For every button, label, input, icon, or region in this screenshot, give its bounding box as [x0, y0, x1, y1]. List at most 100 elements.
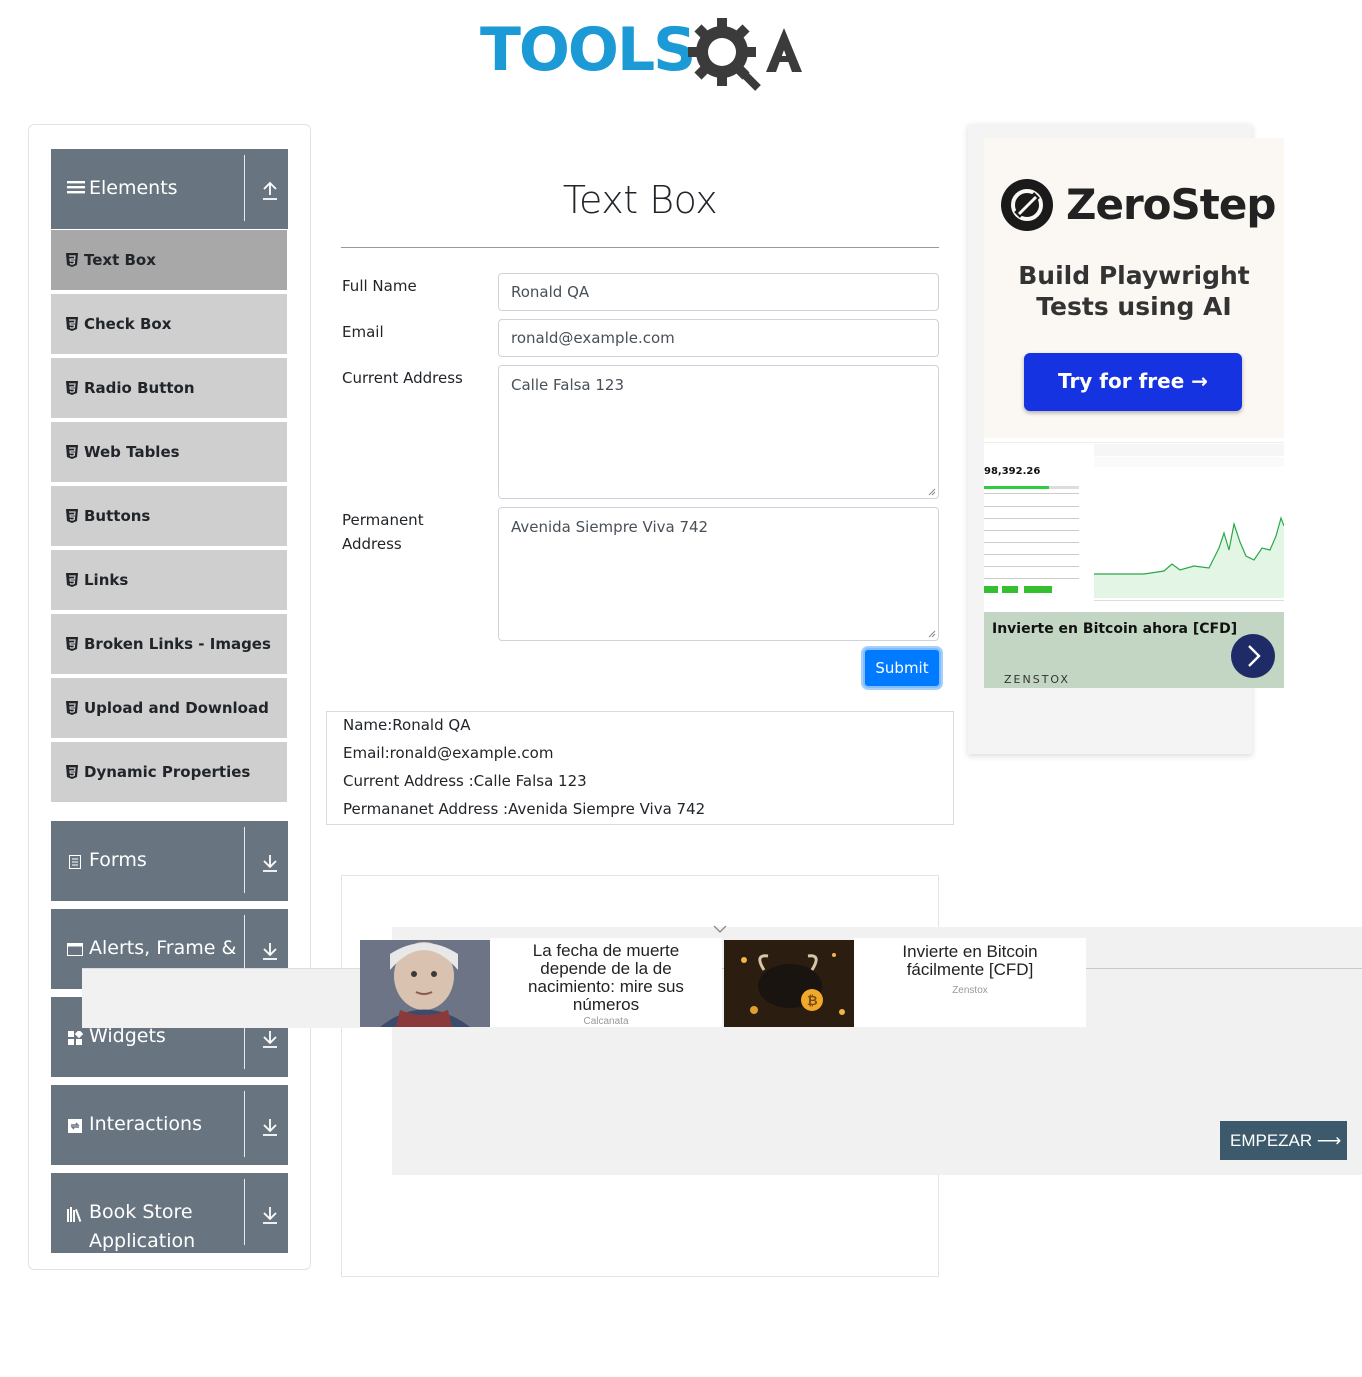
- zerostep-logo-icon: [1001, 179, 1053, 231]
- output-panel: Name:Ronald QA Email:ronald@example.com …: [326, 711, 954, 825]
- resize-handle-icon[interactable]: [928, 488, 936, 496]
- ad-card2-image[interactable]: ₿: [724, 940, 854, 1027]
- divider: [244, 1091, 245, 1157]
- menu-item-label: Links: [84, 571, 129, 589]
- output-email: Email:ronald@example.com: [343, 744, 554, 762]
- resize-handle-icon[interactable]: [928, 630, 936, 638]
- full-name-label: Full Name: [342, 277, 417, 295]
- sidebar: Elements Text Box Check Box Radio Button…: [28, 124, 311, 1270]
- output-name: Name:Ronald QA: [343, 716, 471, 734]
- expand-down-icon[interactable]: [259, 940, 281, 962]
- expand-down-icon[interactable]: [259, 1116, 281, 1138]
- menu-item-text-box[interactable]: Text Box: [51, 230, 287, 292]
- menu-item-links[interactable]: Links: [51, 550, 287, 612]
- menu-item-label: Upload and Download: [84, 699, 269, 717]
- books-icon: [67, 1207, 82, 1222]
- group-forms-label: Forms: [89, 849, 147, 871]
- menu-item-label: Check Box: [84, 315, 172, 333]
- html5-icon: [66, 445, 78, 459]
- bitcoin-ad-banner[interactable]: Invierte en Bitcoin ahora [CFD] ZENSTOX: [984, 612, 1284, 688]
- zerostep-tagline-line1: Build Playwright: [1018, 261, 1250, 290]
- menu-item-label: Buttons: [84, 507, 151, 525]
- html5-icon: [66, 381, 78, 395]
- menu-item-buttons[interactable]: Buttons: [51, 486, 287, 548]
- html5-icon: [66, 509, 78, 523]
- permanent-address-label-line2: Address: [342, 535, 402, 553]
- hamburger-icon: [67, 179, 85, 200]
- menu-item-radio-button[interactable]: Radio Button: [51, 358, 287, 420]
- permanent-address-label: Permanent Address: [342, 508, 424, 556]
- group-book-store-label-line2: Application: [89, 1230, 196, 1252]
- expand-down-icon[interactable]: [259, 1028, 281, 1050]
- output-permanent-address: Permananet Address :Avenida Siempre Viva…: [343, 800, 706, 818]
- ad-card1-headline: La fecha de muerte depende de la de naci…: [528, 941, 684, 1014]
- interactions-icon: [68, 1119, 82, 1133]
- html5-icon: [66, 573, 78, 587]
- empezar-button[interactable]: EMPEZAR ⟶: [1220, 1121, 1347, 1160]
- ad-card1-text[interactable]: La fecha de muerte depende de la de naci…: [490, 938, 722, 1027]
- widgets-icon: [68, 1031, 83, 1045]
- menu-item-web-tables[interactable]: Web Tables: [51, 422, 287, 484]
- group-alerts-label: Alerts, Frame &: [89, 937, 237, 959]
- ad-card1-image[interactable]: [360, 940, 490, 1027]
- group-book-store[interactable]: Book Store Application: [51, 1173, 288, 1253]
- zerostep-tagline-line2: Tests using AI: [1036, 292, 1232, 321]
- permanent-address-textarea[interactable]: Avenida Siempre Viva 742: [498, 507, 939, 641]
- ad-card1-source: Calcanata: [583, 1016, 629, 1024]
- expand-down-icon[interactable]: [259, 852, 281, 874]
- menu-item-label: Radio Button: [84, 379, 195, 397]
- group-elements[interactable]: Elements: [51, 149, 288, 229]
- html5-icon: [66, 317, 78, 331]
- group-book-store-label: Book Store: [89, 1201, 193, 1223]
- full-name-input[interactable]: Ronald QA: [498, 273, 939, 311]
- chevron-down-icon[interactable]: [713, 924, 727, 934]
- expand-down-icon[interactable]: [259, 1204, 281, 1226]
- group-interactions-label: Interactions: [89, 1113, 202, 1135]
- document-icon: [69, 855, 81, 869]
- menu-item-label: Web Tables: [84, 443, 180, 461]
- window-icon: [67, 943, 83, 956]
- menu-item-broken-links[interactable]: Broken Links - Images: [51, 614, 287, 676]
- divider: [244, 827, 245, 893]
- permanent-address-label-line1: Permanent: [342, 511, 424, 529]
- zerostep-ad[interactable]: ZeroStep Build Playwright Tests using AI…: [984, 138, 1284, 438]
- toolsqa-logo[interactable]: TOOLS: [480, 14, 805, 92]
- menu-item-dynamic-properties[interactable]: Dynamic Properties: [51, 742, 287, 804]
- try-for-free-button[interactable]: Try for free →: [1024, 353, 1242, 411]
- page-title: Text Box: [562, 178, 718, 222]
- chevron-right-icon[interactable]: [1231, 634, 1275, 678]
- email-input[interactable]: ronald@example.com: [498, 319, 939, 357]
- bitcoin-chart-graphic: 98,392.26: [984, 438, 1284, 612]
- html5-icon: [66, 637, 78, 651]
- group-forms[interactable]: Forms: [51, 821, 288, 901]
- bitcoin-ad-title: Invierte en Bitcoin ahora [CFD]: [992, 621, 1238, 637]
- current-address-textarea[interactable]: Calle Falsa 123: [498, 365, 939, 499]
- current-address-label: Current Address: [342, 369, 463, 387]
- menu-item-upload-download[interactable]: Upload and Download: [51, 678, 287, 740]
- html5-icon: [66, 701, 78, 715]
- svg-text:₿: ₿: [807, 994, 818, 1009]
- html5-icon: [66, 253, 78, 267]
- logo-text: TOOLS: [480, 15, 696, 85]
- collapse-up-icon[interactable]: [259, 180, 281, 202]
- divider: [244, 155, 245, 221]
- title-divider: [341, 247, 939, 248]
- zerostep-tagline: Build Playwright Tests using AI: [984, 260, 1284, 322]
- group-elements-label: Elements: [89, 177, 178, 199]
- menu-item-label: Broken Links - Images: [84, 635, 271, 653]
- bitcoin-ad[interactable]: 98,392.26 Invierte en Bitcoin ahora [CFD…: [984, 438, 1284, 688]
- logo-qa-mark: [688, 18, 802, 91]
- permanent-address-value: Avenida Siempre Viva 742: [511, 518, 709, 536]
- zerostep-brand: ZeroStep: [1066, 180, 1276, 229]
- menu-item-label: Dynamic Properties: [84, 763, 251, 781]
- menu-item-label: Text Box: [84, 251, 156, 269]
- menu-item-check-box[interactable]: Check Box: [51, 294, 287, 356]
- overlay-left-strip: [82, 968, 360, 1028]
- ad-card2-text[interactable]: Invierte en Bitcoin fácilmente [CFD] Zen…: [854, 938, 1086, 1027]
- btc-price: 98,392.26: [984, 466, 1040, 477]
- divider: [244, 1179, 245, 1245]
- email-label: Email: [342, 323, 384, 341]
- bitcoin-ad-brand: ZENSTOX: [1004, 673, 1070, 686]
- submit-button[interactable]: Submit: [863, 648, 941, 688]
- group-interactions[interactable]: Interactions: [51, 1085, 288, 1165]
